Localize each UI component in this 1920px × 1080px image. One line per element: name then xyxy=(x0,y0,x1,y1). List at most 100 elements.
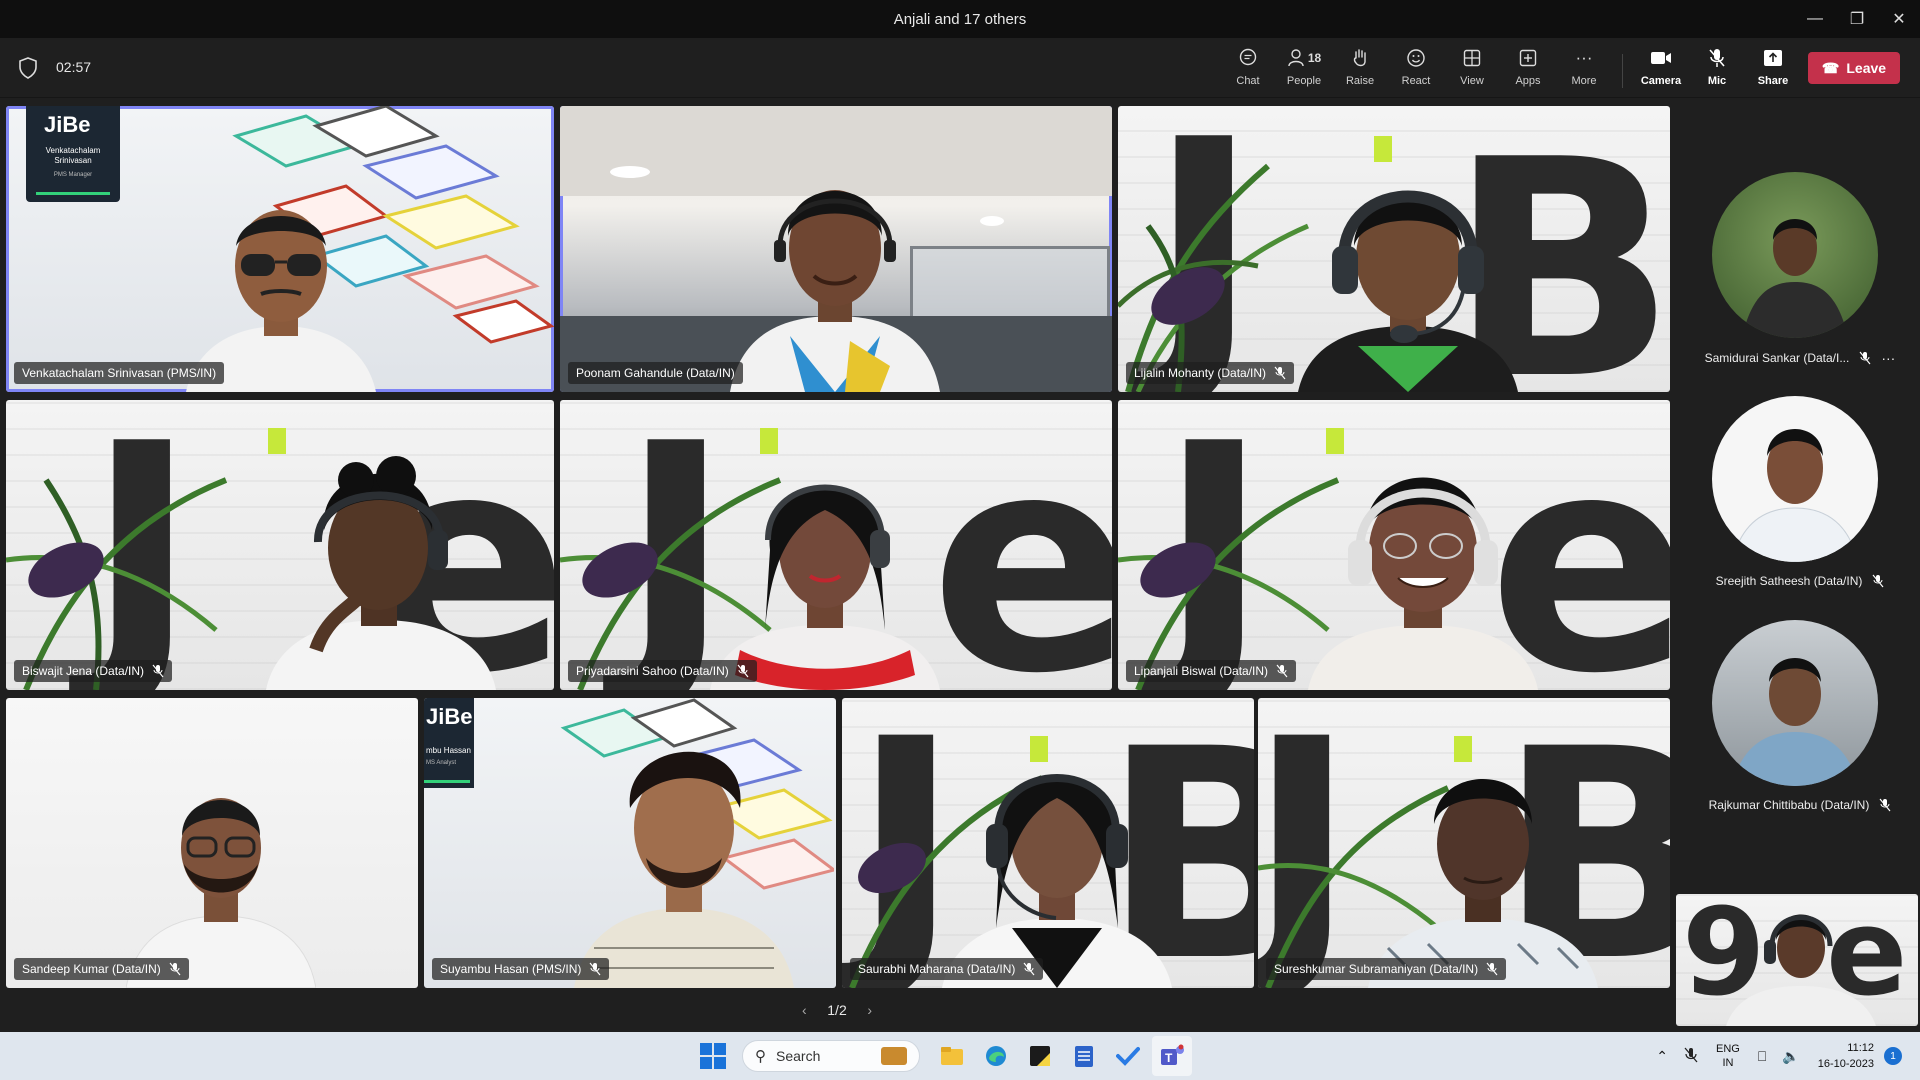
rail-participant-name-row: Sreejith Satheesh (Data/IN) xyxy=(1680,574,1920,588)
chevron-right-icon[interactable]: › xyxy=(867,1002,872,1018)
meeting-timer: 02:57 xyxy=(56,59,92,75)
mic-tray-icon[interactable] xyxy=(1684,1047,1698,1066)
notification-badge[interactable]: 1 xyxy=(1884,1047,1902,1065)
card-name: Venkatachalam Srinivasan xyxy=(45,146,101,165)
window-controls: — ❐ ✕ xyxy=(1794,0,1920,38)
chat-label: Chat xyxy=(1236,75,1260,87)
add-app-icon xyxy=(1519,46,1537,70)
participant-name-tag: Sandeep Kumar (Data/IN) xyxy=(14,958,189,980)
notepad-icon[interactable] xyxy=(1064,1036,1104,1076)
share-button[interactable]: Share xyxy=(1745,46,1801,96)
edge-browser-icon[interactable] xyxy=(976,1036,1016,1076)
participant-name-tag: Venkatachalam Srinivasan (PMS/IN) xyxy=(14,362,225,384)
close-icon[interactable]: ✕ xyxy=(1878,0,1920,38)
clock-time: 11:12 xyxy=(1847,1042,1874,1054)
todo-icon[interactable] xyxy=(1108,1036,1148,1076)
people-label: People xyxy=(1286,75,1322,87)
video-tile[interactable]: J e Lipanjali Biswal (Data/IN) xyxy=(1118,400,1670,690)
video-tile[interactable]: J B Lijalin Mohanty (Data/IN) xyxy=(1118,106,1670,392)
volume-icon[interactable]: 🔈 xyxy=(1782,1048,1799,1065)
file-explorer-icon[interactable] xyxy=(932,1036,972,1076)
video-tile[interactable]: J e Biswajit Jena (Data/IN) xyxy=(6,400,554,690)
react-button[interactable]: React xyxy=(1388,46,1444,96)
chevron-left-icon[interactable]: ‹ xyxy=(802,1002,807,1018)
participant-rail: Samidurai Sankar (Data/I... ··· Sreejith… xyxy=(1680,98,1920,1032)
card-accent xyxy=(36,192,110,195)
windows-start-icon[interactable] xyxy=(700,1043,726,1069)
participant-name: Lipanjali Biswal (Data/IN) xyxy=(1134,664,1269,678)
mic-off-icon xyxy=(1486,962,1498,976)
mic-off-icon xyxy=(1276,664,1288,678)
card-role: PMS Manager xyxy=(53,172,93,178)
minimize-icon[interactable]: — xyxy=(1794,0,1836,38)
search-icon: ⚲ xyxy=(755,1048,766,1065)
teams-icon[interactable]: T xyxy=(1152,1036,1192,1076)
page-indicator: 1/2 xyxy=(827,1002,847,1018)
leave-button[interactable]: ☎ Leave xyxy=(1808,52,1900,84)
view-button[interactable]: View xyxy=(1444,46,1500,96)
participant-name-tag: Suyambu Hasan (PMS/IN) xyxy=(432,958,610,980)
mic-off-icon xyxy=(152,664,164,678)
mic-off-icon xyxy=(1859,351,1871,365)
participant-video xyxy=(730,190,940,392)
self-view[interactable]: 9 e xyxy=(1676,894,1918,1026)
video-tile[interactable]: J B Sureshkumar Subramaniyan (Data/IN) xyxy=(1258,698,1670,988)
video-tile[interactable]: Poonam Gahandule (Data/IN) xyxy=(560,106,1112,392)
wall-logo-letter: e xyxy=(930,400,1112,690)
gallery-pager: ‹ 1/2 › xyxy=(802,1000,872,1020)
raise-label: Raise xyxy=(1345,75,1375,87)
camera-button[interactable]: Camera xyxy=(1633,46,1689,96)
more-button[interactable]: ··· More xyxy=(1556,46,1612,96)
rail-participant-name-row: Samidurai Sankar (Data/I... ··· xyxy=(1680,350,1920,366)
card-accent xyxy=(424,780,470,783)
jibe-logo: JiBe xyxy=(44,112,91,137)
rail-participant[interactable]: Rajkumar Chittibabu (Data/IN) xyxy=(1680,620,1920,830)
participant-name-tag: Lijalin Mohanty (Data/IN) xyxy=(1126,362,1295,384)
search-highlight-icon xyxy=(881,1047,907,1065)
mic-label: Mic xyxy=(1707,75,1727,87)
mic-off-icon xyxy=(1872,574,1884,588)
participant-name: Poonam Gahandule (Data/IN) xyxy=(576,366,735,380)
mic-off-icon xyxy=(589,962,601,976)
video-tile[interactable]: JiBe mbu Hassan MS Analyst Suyambu Hasan… xyxy=(424,698,836,988)
meeting-toolbar: 02:57 Chat 18 People Raise React View Ap… xyxy=(0,38,1920,98)
rail-participant[interactable]: Samidurai Sankar (Data/I... ··· xyxy=(1680,172,1920,382)
people-button[interactable]: 18 People xyxy=(1276,46,1332,96)
more-options-icon[interactable]: ··· xyxy=(1881,350,1895,366)
sticky-notes-icon[interactable] xyxy=(1020,1036,1060,1076)
video-tile[interactable]: J B Saurabhi Maharana (Data/IN) xyxy=(842,698,1254,988)
participant-name: Sreejith Satheesh (Data/IN) xyxy=(1715,574,1863,588)
network-icon[interactable]: ⎕ xyxy=(1758,1048,1766,1065)
video-tile[interactable]: J e Priyadarsini Sahoo (Data/IN) xyxy=(560,400,1112,690)
hang-up-icon: ☎ xyxy=(1821,59,1840,76)
video-tile[interactable]: Sandeep Kumar (Data/IN) xyxy=(6,698,418,988)
chevron-up-icon[interactable]: ⌃ xyxy=(1656,1048,1668,1065)
video-tile[interactable]: JiBe Venkatachalam Srinivasan PMS Manage… xyxy=(6,106,554,392)
toolbar-divider xyxy=(1622,54,1623,88)
chat-button[interactable]: Chat xyxy=(1220,46,1276,96)
jibe-logo: JiBe xyxy=(426,704,473,729)
ceiling-light xyxy=(980,216,1004,226)
participant-name: Saurabhi Maharana (Data/IN) xyxy=(858,962,1016,976)
participant-video xyxy=(574,751,794,988)
apps-button[interactable]: Apps xyxy=(1500,46,1556,96)
restore-icon[interactable]: ❐ xyxy=(1836,0,1878,38)
mic-button[interactable]: Mic xyxy=(1689,46,1745,96)
svg-text:T: T xyxy=(1165,1051,1173,1065)
participant-video xyxy=(710,484,940,690)
name-card: JiBe Venkatachalam Srinivasan PMS Manage… xyxy=(26,106,120,202)
rail-participant[interactable]: Sreejith Satheesh (Data/IN) xyxy=(1680,396,1920,606)
taskbar-search[interactable]: ⚲ Search xyxy=(742,1040,920,1072)
participant-name-tag: Poonam Gahandule (Data/IN) xyxy=(568,362,743,384)
apps-label: Apps xyxy=(1515,75,1541,87)
chat-icon xyxy=(1238,46,1258,70)
language-indicator[interactable]: ENG IN xyxy=(1716,1042,1740,1070)
mic-off-icon xyxy=(1879,798,1891,812)
avatar xyxy=(1712,620,1878,786)
participant-name: Lijalin Mohanty (Data/IN) xyxy=(1134,366,1267,380)
clock-date: 16-10-2023 xyxy=(1817,1058,1874,1070)
clock[interactable]: 11:12 16-10-2023 xyxy=(1818,1040,1874,1072)
raise-hand-button[interactable]: Raise xyxy=(1332,46,1388,96)
view-label: View xyxy=(1460,75,1484,87)
participant-name: Biswajit Jena (Data/IN) xyxy=(22,664,145,678)
